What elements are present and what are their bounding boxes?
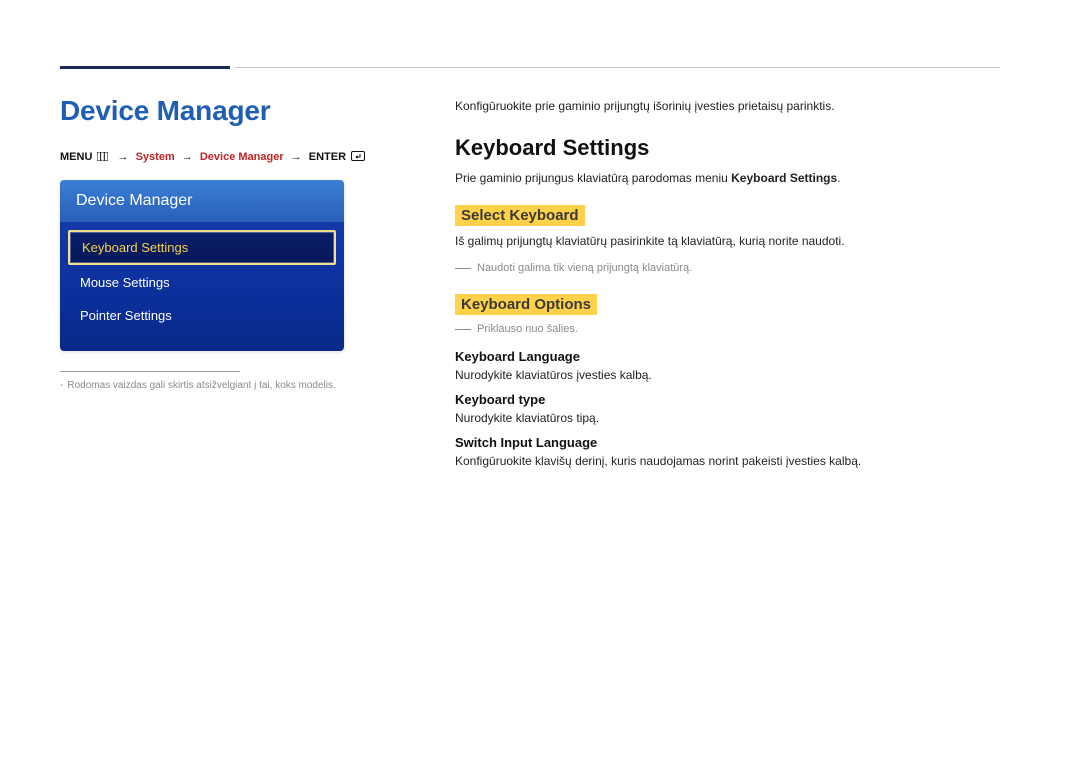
keyboard-type-desc: Nurodykite klaviatūros tipą. <box>455 411 1000 425</box>
breadcrumb-arrow-3: → <box>291 151 302 163</box>
keyboard-language-desc: Nurodykite klaviatūros įvesties kalbą. <box>455 368 1000 382</box>
breadcrumb-enter: ENTER <box>309 151 346 163</box>
enter-icon <box>351 151 365 164</box>
ks-desc-bold: Keyboard Settings <box>731 171 837 185</box>
panel-body: Keyboard Settings Mouse Settings Pointer… <box>60 222 344 351</box>
header-accent-bar <box>60 66 230 69</box>
content-columns: Device Manager MENU → System → Device Ma… <box>60 95 1000 478</box>
keyboard-language-heading: Keyboard Language <box>455 349 1000 364</box>
model-footnote: -Rodomas vaizdas gali skirtis atsižvelgi… <box>60 380 400 391</box>
note-text: Naudoti galima tik vieną prijungtą klavi… <box>477 262 692 274</box>
intro-text: Konfigūruokite prie gaminio prijungtų iš… <box>455 99 1000 113</box>
ks-desc-pre: Prie gaminio prijungus klaviatūrą parodo… <box>455 171 731 185</box>
panel-item-label: Mouse Settings <box>80 275 170 290</box>
panel-item-pointer-settings[interactable]: Pointer Settings <box>68 300 336 331</box>
menu-grid-icon <box>97 152 108 164</box>
panel-item-keyboard-settings[interactable]: Keyboard Settings <box>68 230 336 265</box>
footnote-rule <box>60 371 240 372</box>
breadcrumb-arrow-2: → <box>182 151 193 163</box>
keyboard-settings-desc: Prie gaminio prijungus klaviatūrą parodo… <box>455 171 1000 185</box>
header-divider <box>235 67 1000 68</box>
select-keyboard-heading: Select Keyboard <box>455 205 585 226</box>
switch-input-language-heading: Switch Input Language <box>455 435 1000 450</box>
panel-item-label: Pointer Settings <box>80 308 172 323</box>
breadcrumb-menu: MENU <box>60 151 92 163</box>
manual-page: Device Manager MENU → System → Device Ma… <box>0 0 1080 763</box>
keyboard-options-note: Priklauso nuo šalies. <box>455 323 1000 335</box>
note-dash-icon <box>455 268 471 269</box>
keyboard-options-heading: Keyboard Options <box>455 294 597 315</box>
keyboard-type-heading: Keyboard type <box>455 392 1000 407</box>
footnote-text: Rodomas vaizdas gali skirtis atsižvelgia… <box>67 380 335 391</box>
note-dash-icon <box>455 329 471 330</box>
panel-item-label: Keyboard Settings <box>82 240 188 255</box>
select-keyboard-note: Naudoti galima tik vieną prijungtą klavi… <box>455 262 1000 274</box>
ks-desc-post: . <box>837 171 840 185</box>
footnote-dash: - <box>60 380 63 391</box>
page-title: Device Manager <box>60 95 400 127</box>
note-text: Priklauso nuo šalies. <box>477 323 578 335</box>
breadcrumb-system: System <box>136 151 175 163</box>
switch-input-language-desc: Konfigūruokite klavišų derinį, kuris nau… <box>455 454 1000 468</box>
left-column: Device Manager MENU → System → Device Ma… <box>60 95 400 478</box>
breadcrumb-device-manager: Device Manager <box>200 151 284 163</box>
breadcrumb: MENU → System → Device Manager → ENTER <box>60 151 400 164</box>
keyboard-settings-heading: Keyboard Settings <box>455 135 1000 161</box>
panel-header: Device Manager <box>60 180 344 222</box>
panel-item-mouse-settings[interactable]: Mouse Settings <box>68 267 336 298</box>
right-column: Konfigūruokite prie gaminio prijungtų iš… <box>400 95 1000 478</box>
device-manager-panel: Device Manager Keyboard Settings Mouse S… <box>60 180 344 351</box>
select-keyboard-desc: Iš galimų prijungtų klaviatūrų pasirinki… <box>455 234 1000 248</box>
breadcrumb-arrow-1: → <box>118 151 129 163</box>
